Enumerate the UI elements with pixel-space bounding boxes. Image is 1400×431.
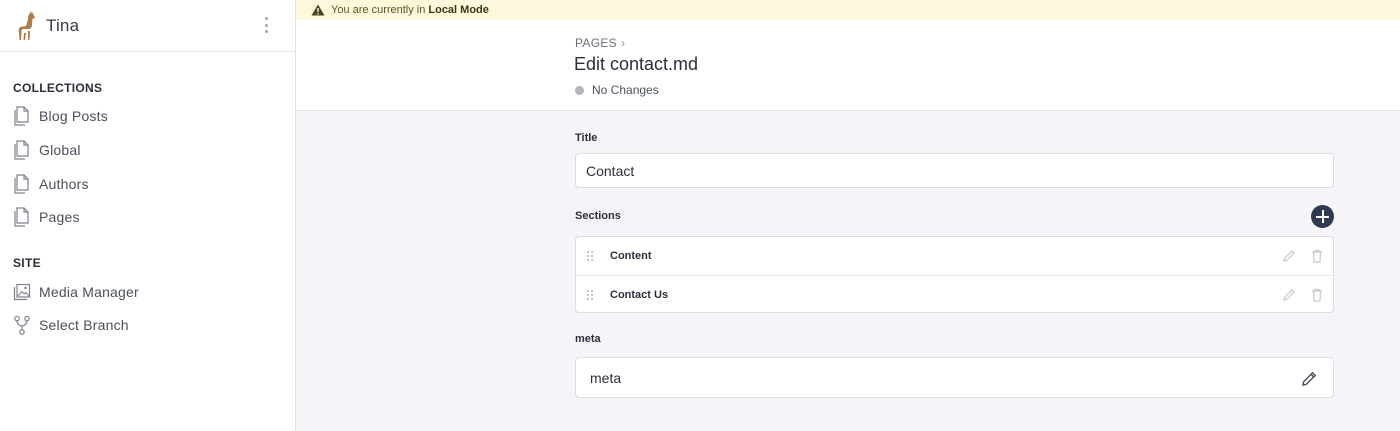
breadcrumb-pages[interactable]: PAGES <box>575 36 617 50</box>
document-icon <box>12 206 32 228</box>
sidebar-item-label: Media Manager <box>39 284 139 300</box>
list-item[interactable]: Content <box>576 237 1333 275</box>
meta-value: meta <box>590 369 622 386</box>
section-label: Content <box>610 250 652 262</box>
drag-handle-icon[interactable] <box>587 251 593 261</box>
warning-icon <box>311 4 325 16</box>
pencil-icon[interactable] <box>1281 248 1297 264</box>
document-icon <box>12 173 32 195</box>
collections-heading: COLLECTIONS <box>13 81 103 95</box>
drag-handle-icon[interactable] <box>587 290 593 300</box>
more-options-icon[interactable] <box>261 15 271 35</box>
status-dot-icon <box>575 85 584 95</box>
sidebar-item-pages[interactable]: Pages <box>12 206 80 228</box>
sidebar-item-label: Blog Posts <box>39 108 108 124</box>
media-icon <box>12 281 32 303</box>
editor-header: PAGES › Edit contact.md No Changes <box>296 20 1400 111</box>
add-section-button[interactable] <box>1311 205 1334 228</box>
sidebar-item-label: Global <box>39 142 81 158</box>
trash-icon[interactable] <box>1309 248 1325 264</box>
sidebar-item-label: Authors <box>39 176 89 192</box>
page-title: Edit contact.md <box>574 54 699 74</box>
sidebar-item-media-manager[interactable]: Media Manager <box>12 281 139 303</box>
document-icon <box>12 139 32 161</box>
status-text: No Changes <box>592 83 659 97</box>
breadcrumb[interactable]: PAGES › <box>575 36 625 50</box>
list-item[interactable]: Contact Us <box>576 275 1333 312</box>
chevron-right-icon: › <box>620 36 626 50</box>
app-title: Tina <box>46 15 80 35</box>
llama-logo-icon <box>18 10 35 40</box>
status-indicator: No Changes <box>575 83 659 97</box>
meta-field-label: meta <box>575 333 601 345</box>
document-icon <box>12 105 32 127</box>
sidebar-header: Tina <box>0 0 295 52</box>
sections-field-label: Sections <box>575 210 621 222</box>
sidebar-item-label: Pages <box>39 209 80 225</box>
sidebar: Tina COLLECTIONS Blog Posts Global Autho… <box>0 0 296 431</box>
sidebar-item-global[interactable]: Global <box>12 139 81 161</box>
banner-text: You are currently in <box>331 4 426 16</box>
banner-mode: Local Mode <box>428 4 489 16</box>
local-mode-banner: You are currently in Local Mode <box>296 0 1400 20</box>
sidebar-item-label: Select Branch <box>39 317 129 333</box>
sidebar-item-select-branch[interactable]: Select Branch <box>12 314 129 336</box>
title-field-label: Title <box>575 132 598 144</box>
section-label: Contact Us <box>610 288 669 301</box>
title-input[interactable]: Contact <box>575 153 1334 188</box>
sidebar-item-blog-posts[interactable]: Blog Posts <box>12 105 108 127</box>
pencil-icon[interactable] <box>1281 287 1297 303</box>
sections-list: Content Contact Us <box>575 236 1334 313</box>
sidebar-item-authors[interactable]: Authors <box>12 173 89 195</box>
site-heading: SITE <box>13 256 41 270</box>
trash-icon[interactable] <box>1309 287 1325 303</box>
pencil-icon[interactable] <box>1300 369 1319 388</box>
meta-object-field[interactable]: meta <box>575 357 1334 398</box>
branch-icon <box>12 314 32 336</box>
